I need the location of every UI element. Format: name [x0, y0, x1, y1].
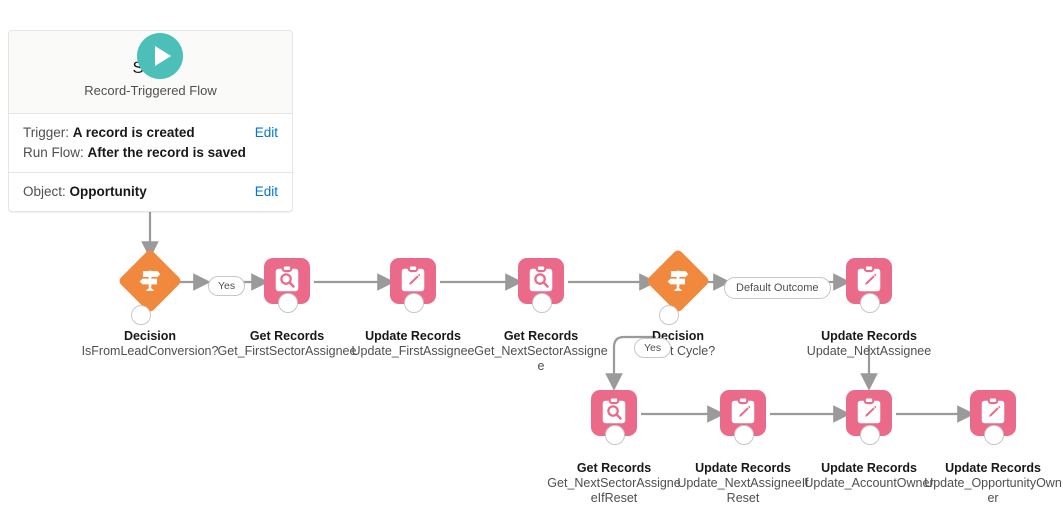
connector-stub[interactable] — [860, 425, 880, 445]
flow-node-upd2[interactable]: Update Records Update_NextAssignee — [799, 258, 939, 359]
edit-object-link[interactable]: Edit — [255, 182, 278, 202]
node-type-label: Decision — [651, 329, 705, 343]
clipboard-search-icon — [529, 263, 553, 291]
start-subtitle: Record-Triggered Flow — [84, 83, 217, 98]
trigger-line: Trigger: A record is created — [23, 123, 278, 143]
decision-signpost-icon — [667, 270, 689, 291]
node-type-label: Get Records — [576, 461, 652, 475]
connector-stub[interactable] — [659, 305, 679, 326]
run-flow-line: Run Flow: After the record is saved — [23, 143, 278, 163]
node-shape-wrap — [80, 248, 220, 326]
clipboard-pencil-icon — [857, 263, 881, 291]
node-shape-wrap — [799, 390, 939, 452]
record-shape[interactable] — [846, 390, 892, 445]
node-api-name: Update_OpportunityOwner — [924, 476, 1062, 505]
connector-label-yes2[interactable]: Yes — [634, 338, 672, 358]
run-flow-value: After the record is saved — [87, 145, 246, 160]
node-api-name: Update_FirstAssignee — [351, 344, 475, 358]
node-api-name: Update_NextAssignee — [806, 344, 932, 358]
node-api-name: Reset Cycle? — [640, 344, 716, 358]
clipboard-pencil-icon — [731, 395, 755, 423]
node-shape-wrap — [923, 390, 1063, 452]
node-shape-wrap — [544, 390, 684, 452]
play-icon[interactable] — [137, 33, 183, 79]
decision-signpost-icon — [139, 270, 161, 291]
connector-label-yes1[interactable]: Yes — [208, 276, 246, 296]
node-api-name: Update_AccountOwner — [804, 476, 934, 490]
flow-node-upd3[interactable]: Update Records Update_NextAssigneeIfReset — [673, 390, 813, 506]
flow-canvas[interactable]: Start Record-Triggered Flow Trigger: A r… — [0, 0, 1063, 505]
node-shape-wrap — [673, 390, 813, 452]
node-type-label: Update Records — [821, 461, 917, 475]
record-shape[interactable] — [720, 390, 766, 445]
record-shape[interactable] — [846, 258, 892, 313]
clipboard-search-icon — [275, 263, 299, 291]
connector-stub[interactable] — [734, 425, 754, 445]
node-type-label: Update Records — [695, 461, 791, 475]
connector-stub[interactable] — [131, 305, 151, 326]
clipboard-pencil-icon — [857, 395, 881, 423]
flow-node-decision1[interactable]: Decision IsFromLeadConversion? — [80, 248, 220, 359]
node-type-label: Update Records — [945, 461, 1041, 475]
node-api-name: Get_FirstSectorAssignee — [217, 344, 357, 358]
clipboard-pencil-icon — [981, 395, 1005, 423]
node-api-name: Get_NextSectorAssignee — [474, 344, 608, 373]
node-type-label: Get Records — [249, 329, 325, 343]
record-shape[interactable] — [518, 258, 564, 313]
start-card[interactable]: Start Record-Triggered Flow Trigger: A r… — [8, 30, 293, 212]
node-api-name: Update_NextAssigneeIfReset — [677, 476, 809, 505]
node-shape-wrap — [471, 258, 611, 320]
trigger-value: A record is created — [72, 125, 195, 140]
node-type-label: Update Records — [821, 329, 917, 343]
object-value: Opportunity — [69, 184, 147, 199]
connector-stub[interactable] — [605, 425, 625, 445]
start-object-row[interactable]: Object: Opportunity Edit — [9, 173, 292, 211]
flow-node-get2[interactable]: Get Records Get_NextSectorAssignee — [471, 258, 611, 374]
connector-stub[interactable] — [278, 293, 298, 313]
flow-node-decision2[interactable]: Decision Reset Cycle? — [608, 248, 748, 359]
decision-signpost-icon — [135, 266, 165, 296]
edit-trigger-link[interactable]: Edit — [255, 123, 278, 143]
flow-node-get1[interactable]: Get Records Get_FirstSectorAssignee — [217, 258, 357, 359]
node-type-label: Update Records — [365, 329, 461, 343]
connector-stub[interactable] — [532, 293, 552, 313]
record-shape[interactable] — [970, 390, 1016, 445]
node-api-name: Get_NextSectorAssigneeIfReset — [547, 476, 681, 505]
connector-label-default1[interactable]: Default Outcome — [724, 277, 831, 299]
decision-shape[interactable] — [117, 248, 183, 326]
node-type-label: Get Records — [503, 329, 579, 343]
flow-node-upd5[interactable]: Update Records Update_OpportunityOwner — [923, 390, 1063, 506]
decision-shape[interactable] — [645, 248, 711, 326]
flow-node-upd4[interactable]: Update Records Update_AccountOwner — [799, 390, 939, 491]
flow-node-get3[interactable]: Get Records Get_NextSectorAssigneeIfReset — [544, 390, 684, 506]
record-shape[interactable] — [264, 258, 310, 313]
record-shape[interactable] — [390, 258, 436, 313]
node-shape-wrap — [343, 258, 483, 320]
play-triangle — [154, 46, 171, 66]
connector-stub[interactable] — [860, 293, 880, 313]
start-trigger-row[interactable]: Trigger: A record is created Run Flow: A… — [9, 114, 292, 173]
connector-stub[interactable] — [404, 293, 424, 313]
record-shape[interactable] — [591, 390, 637, 445]
flow-node-upd1[interactable]: Update Records Update_FirstAssignee — [343, 258, 483, 359]
run-flow-label: Run Flow: — [23, 145, 84, 160]
object-label: Object: — [23, 184, 66, 199]
clipboard-search-icon — [602, 395, 626, 423]
decision-signpost-icon — [663, 266, 693, 296]
node-api-name: IsFromLeadConversion? — [81, 344, 219, 358]
connector-stub[interactable] — [984, 425, 1004, 445]
node-type-label: Decision — [123, 329, 177, 343]
object-line: Object: Opportunity — [23, 182, 278, 202]
trigger-label: Trigger: — [23, 125, 70, 140]
clipboard-pencil-icon — [401, 263, 425, 291]
